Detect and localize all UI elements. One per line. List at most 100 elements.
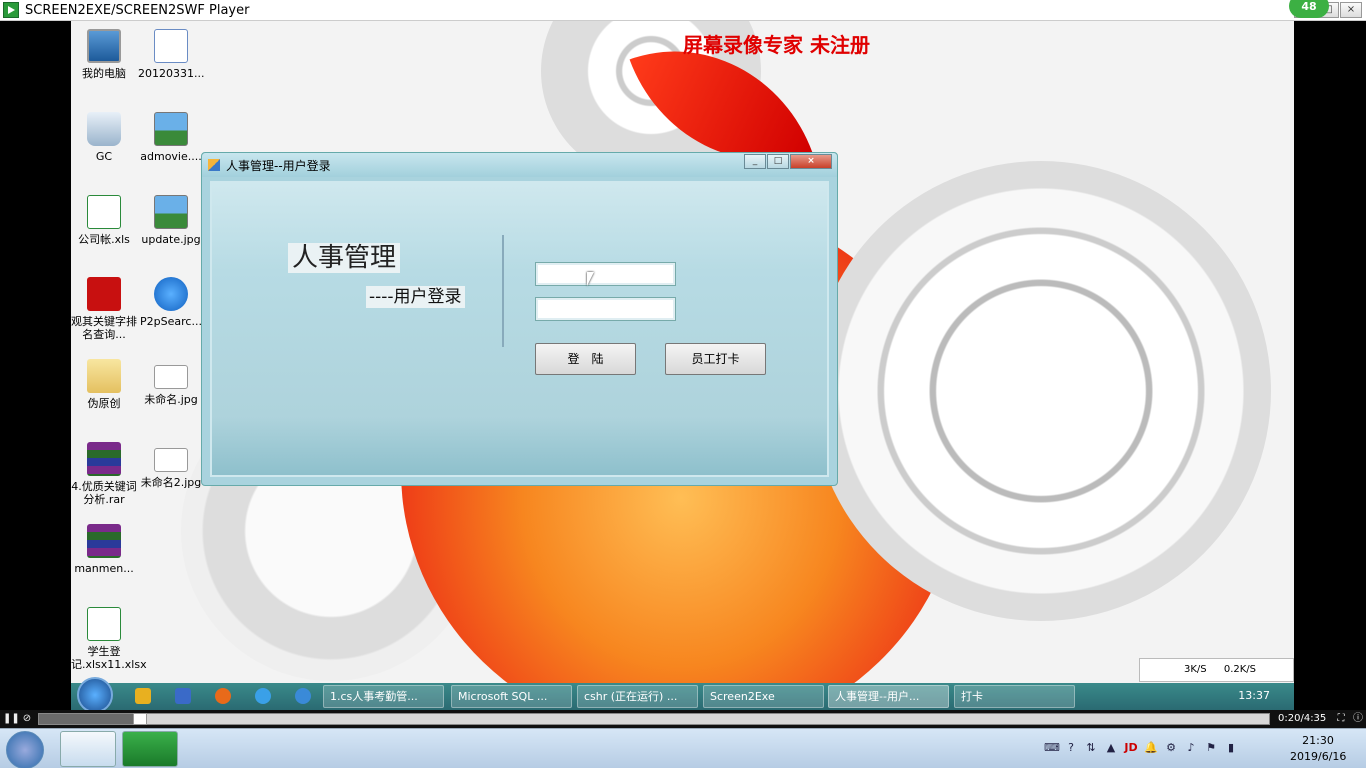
notification-icon[interactable]: 🔔 bbox=[1144, 741, 1158, 755]
rar-archive-icon bbox=[87, 442, 121, 476]
recycle-bin-icon bbox=[87, 112, 121, 146]
info-button[interactable]: ⓘ bbox=[1351, 712, 1365, 726]
dialog-minimize-button[interactable]: _ bbox=[744, 154, 766, 169]
settings-button[interactable]: ⊘ bbox=[20, 712, 34, 726]
desktop-icon-label: 未命名.jpg bbox=[144, 393, 198, 406]
app-subheading: ----用户登录 bbox=[366, 286, 465, 308]
mouse-cursor-icon bbox=[587, 272, 601, 286]
tray-expand-icon[interactable]: ▲ bbox=[1104, 741, 1118, 755]
progress-bar[interactable] bbox=[38, 713, 1270, 725]
photoshop-icon[interactable] bbox=[175, 688, 191, 704]
taskbar-item[interactable]: 1.cs人事考勤管... bbox=[323, 685, 444, 708]
host-clock[interactable]: 21:30 2019/6/16 bbox=[1290, 733, 1346, 765]
taskbar-item[interactable]: Screen2Exe bbox=[703, 685, 824, 708]
taskbar-item[interactable]: cshr (正在运行) ... bbox=[577, 685, 698, 708]
network-icon[interactable]: ⇅ bbox=[1084, 741, 1098, 755]
vertical-divider bbox=[502, 235, 504, 347]
desktop-icon-keyword-rar[interactable]: 4.优质关键词分析.rar bbox=[71, 442, 137, 506]
desktop-icon-p2psearch[interactable]: P2pSearc... bbox=[138, 277, 204, 328]
ie-icon[interactable] bbox=[295, 688, 311, 704]
volume-icon[interactable]: ♪ bbox=[1184, 741, 1198, 755]
desktop-icon-folder[interactable]: 伪原创 bbox=[71, 359, 137, 410]
desktop-icon-update-jpg[interactable]: update.jpg bbox=[138, 195, 204, 246]
notification-badge[interactable]: 48 bbox=[1289, 0, 1329, 18]
password-input[interactable] bbox=[535, 297, 676, 321]
folder-icon bbox=[87, 359, 121, 393]
clock-in-button[interactable]: 员工打卡 bbox=[665, 343, 766, 375]
host-taskbar: ⌨ ? ⇅ ▲ JD 🔔 ⚙ ♪ ⚑ ▮ 21:30 2019/6/16 bbox=[0, 728, 1366, 768]
desktop-icon-my-computer[interactable]: 我的电脑 bbox=[71, 29, 137, 80]
dialog-close-button[interactable]: × bbox=[790, 154, 832, 169]
playback-time: 0:20/4:35 bbox=[1278, 713, 1327, 724]
taskbar-item[interactable]: 打卡 bbox=[954, 685, 1075, 708]
recorded-system-tray: 13:37 bbox=[1074, 683, 1294, 710]
desktop-icon-keyword-rank[interactable]: 观其关键字排名查询... bbox=[71, 277, 137, 341]
app-window-icon bbox=[208, 159, 220, 171]
fullscreen-button[interactable]: ⛶ bbox=[1334, 712, 1348, 726]
security-icon[interactable]: ⚙ bbox=[1164, 741, 1178, 755]
recorded-clock: 13:37 bbox=[1238, 689, 1270, 702]
network-speed-widget[interactable]: 3K/S 0.2K/S bbox=[1139, 658, 1294, 682]
desktop-icon-unnamed-jpg[interactable]: 未命名.jpg bbox=[138, 359, 204, 406]
dialog-titlebar[interactable]: 人事管理--用户登录 _ □ × bbox=[202, 153, 837, 177]
desktop-icon-manmen[interactable]: manmen... bbox=[71, 524, 137, 575]
screen: SCREEN2EXE/SCREEN2SWF Player _ □ × 48 屏幕… bbox=[0, 0, 1366, 768]
windows-start-button[interactable] bbox=[6, 731, 44, 768]
dialog-maximize-button[interactable]: □ bbox=[767, 154, 789, 169]
username-input[interactable] bbox=[535, 262, 676, 286]
pause-button[interactable]: ❚❚ bbox=[3, 712, 20, 726]
desktop-icon-document[interactable]: 20120331... bbox=[138, 29, 204, 80]
player-title: SCREEN2EXE/SCREEN2SWF Player bbox=[25, 2, 250, 18]
keyboard-icon[interactable]: ⌨ bbox=[1044, 741, 1060, 755]
desktop-icon-recycle-bin[interactable]: GC bbox=[71, 112, 137, 163]
taskbar-item-active[interactable]: 人事管理--用户... bbox=[828, 685, 949, 708]
desktop-icon-label: 未命名2.jpg bbox=[140, 476, 202, 489]
firefox-icon[interactable] bbox=[215, 688, 231, 704]
explorer-taskbar-button[interactable] bbox=[60, 731, 116, 767]
login-dialog: 人事管理--用户登录 _ □ × 人事管理 ----用户登录 登 陆 员工打卡 bbox=[201, 152, 838, 486]
taskbar-item[interactable]: Microsoft SQL ... bbox=[451, 685, 572, 708]
desktop-icon-label: manmen... bbox=[74, 562, 134, 575]
desktop-icon-admovie[interactable]: admovie.... bbox=[138, 112, 204, 163]
host-time: 21:30 bbox=[1302, 734, 1334, 747]
net-up-speed: 0.2K/S bbox=[1223, 664, 1257, 675]
chrome-icon[interactable] bbox=[135, 688, 151, 704]
desktop-icon-unnamed2-jpg[interactable]: 未命名2.jpg bbox=[138, 442, 204, 489]
desktop-icon-label: 我的电脑 bbox=[82, 67, 126, 80]
computer-icon bbox=[87, 29, 121, 63]
start-button[interactable] bbox=[77, 677, 113, 710]
excel-file-icon bbox=[87, 195, 121, 229]
flag-icon[interactable]: ⚑ bbox=[1204, 741, 1218, 755]
p2p-search-icon bbox=[154, 277, 188, 311]
wallpaper-wheel-right bbox=[811, 161, 1271, 621]
image-file-icon bbox=[154, 112, 188, 146]
desktop-icon-label: 观其关键字排名查询... bbox=[71, 315, 137, 341]
desktop-icon-label: 公司帐.xls bbox=[78, 233, 130, 246]
login-button[interactable]: 登 陆 bbox=[535, 343, 636, 375]
desktop-icon-label: GC bbox=[95, 150, 113, 163]
screen2exe-taskbar-button[interactable] bbox=[122, 731, 178, 767]
player-titlebar: SCREEN2EXE/SCREEN2SWF Player _ □ × bbox=[0, 0, 1366, 21]
desktop-icon-student-xlsx[interactable]: 学生登记.xlsx11.xlsx bbox=[71, 607, 147, 671]
dialog-body: 人事管理 ----用户登录 登 陆 员工打卡 bbox=[210, 181, 829, 477]
progress-fill bbox=[39, 714, 138, 724]
desktop-icon-label: 伪原创 bbox=[87, 397, 121, 410]
progress-thumb[interactable] bbox=[133, 713, 147, 725]
dialog-window-controls: _ □ × bbox=[743, 154, 832, 169]
jd-icon[interactable]: JD bbox=[1124, 741, 1138, 755]
excel-file-icon bbox=[87, 607, 121, 641]
recorded-taskbar: 1.cs人事考勤管... Microsoft SQL ... cshr (正在运… bbox=[71, 677, 1294, 710]
signal-icon[interactable]: ▮ bbox=[1224, 741, 1238, 755]
host-date: 2019/6/16 bbox=[1290, 750, 1347, 763]
help-icon[interactable]: ? bbox=[1064, 741, 1078, 755]
desktop-icon-label: admovie.... bbox=[140, 150, 202, 163]
image-file-icon bbox=[154, 365, 188, 389]
desktop-icon-label: 20120331... bbox=[138, 67, 205, 80]
close-button[interactable]: × bbox=[1340, 2, 1362, 18]
desktop-icon-label: P2pSearc... bbox=[140, 315, 202, 328]
ie-icon[interactable] bbox=[255, 688, 271, 704]
desktop-icon-company-xls[interactable]: 公司帐.xls bbox=[71, 195, 137, 246]
desktop-icon-label: update.jpg bbox=[141, 233, 201, 246]
dialog-title: 人事管理--用户登录 bbox=[226, 158, 331, 173]
watermark: 屏幕录像专家 未注册 bbox=[683, 33, 870, 57]
